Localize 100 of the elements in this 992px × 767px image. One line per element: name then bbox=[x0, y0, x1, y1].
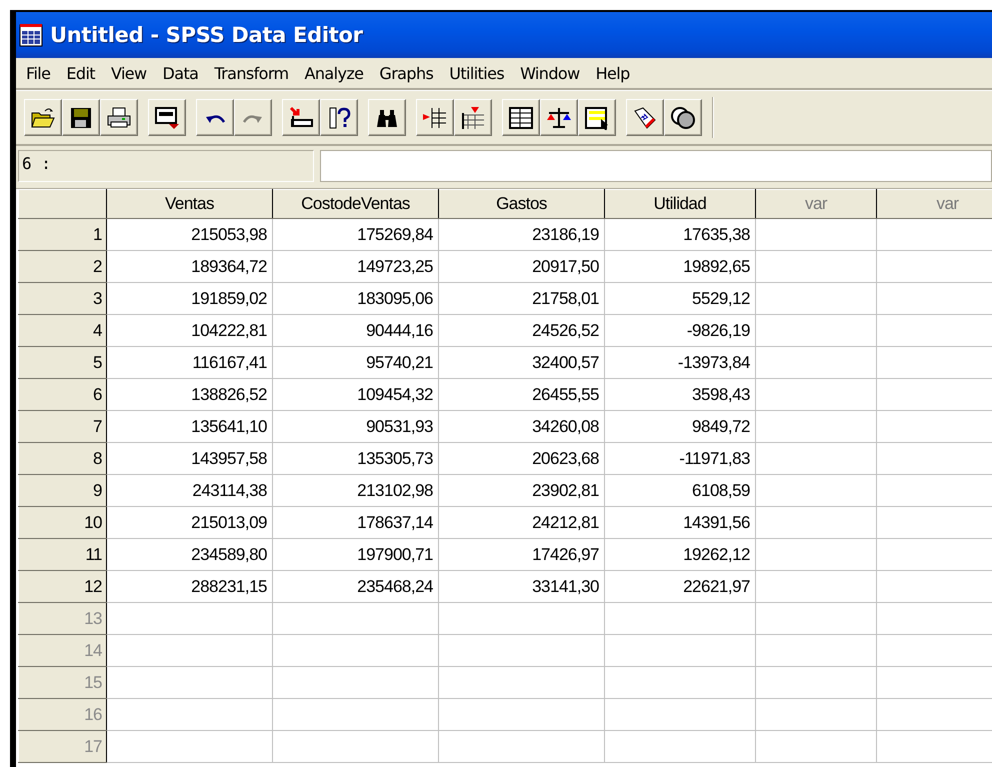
table-cell: 17426,97 bbox=[438, 538, 604, 570]
table-cell: 116167,41 bbox=[106, 346, 272, 378]
table-cell: 20623,68 bbox=[438, 442, 604, 474]
toolbar-button[interactable] bbox=[540, 99, 578, 136]
row-header[interactable]: 8 bbox=[18, 442, 106, 474]
table-cell: 183095,06 bbox=[272, 282, 438, 314]
table-cell: 143957,58 bbox=[106, 442, 272, 474]
toolbar-button[interactable] bbox=[196, 99, 234, 136]
table-cell: 189364,72 bbox=[106, 250, 272, 282]
table-cell: 243114,38 bbox=[106, 474, 272, 506]
toolbar-button[interactable] bbox=[502, 99, 540, 136]
table-cell: -11971,83 bbox=[604, 442, 756, 474]
table-cell: 24212,81 bbox=[438, 506, 604, 538]
row-header[interactable]: 5 bbox=[18, 346, 106, 378]
table-cell: 34260,08 bbox=[438, 410, 604, 442]
column-header[interactable]: CostodeVentas bbox=[272, 190, 438, 218]
cell-reference: 6 : bbox=[18, 150, 314, 182]
row-header[interactable]: 2 bbox=[18, 250, 106, 282]
column-header[interactable]: Ventas bbox=[106, 190, 272, 218]
table-cell: 104222,81 bbox=[106, 314, 272, 346]
row-header[interactable]: 3 bbox=[18, 282, 106, 314]
table-cell: 135305,73 bbox=[272, 442, 438, 474]
toolbar-button[interactable] bbox=[282, 99, 320, 136]
toolbar-button[interactable] bbox=[148, 99, 186, 136]
table-cell: 109454,32 bbox=[272, 378, 438, 410]
table-cell: 135641,10 bbox=[106, 410, 272, 442]
toolbar-button[interactable] bbox=[578, 99, 616, 136]
monitor-icon bbox=[153, 104, 181, 130]
column-header[interactable]: Gastos bbox=[438, 190, 604, 218]
row-header[interactable]: 1 bbox=[18, 218, 106, 250]
table-cell: 90444,16 bbox=[272, 314, 438, 346]
table-cell: 5529,12 bbox=[604, 282, 756, 314]
spreadsheet-icon bbox=[18, 22, 44, 48]
menu-item[interactable]: File bbox=[18, 64, 58, 82]
table-cell: 235468,24 bbox=[272, 570, 438, 602]
row-header[interactable]: 12 bbox=[18, 570, 106, 602]
row-header[interactable]: 6 bbox=[18, 378, 106, 410]
toolbar-button[interactable] bbox=[664, 99, 702, 136]
table-cell: -13973,84 bbox=[604, 346, 756, 378]
column-header[interactable]: var bbox=[756, 190, 876, 218]
table-down-arrow-icon bbox=[459, 104, 487, 130]
printer-icon bbox=[105, 104, 133, 130]
row-header[interactable]: 7 bbox=[18, 410, 106, 442]
column-header[interactable]: Utilidad bbox=[604, 190, 756, 218]
table-cell: 213102,98 bbox=[272, 474, 438, 506]
menu-item[interactable]: Graphs bbox=[371, 64, 442, 82]
toolbar-button[interactable] bbox=[368, 99, 406, 136]
table-cell: -9826,19 bbox=[604, 314, 756, 346]
toolbar-button[interactable] bbox=[454, 99, 492, 136]
row-header[interactable]: 4 bbox=[18, 314, 106, 346]
row-header[interactable]: 10 bbox=[18, 506, 106, 538]
window-title: Untitled - SPSS Data Editor bbox=[50, 23, 363, 47]
table-cell: 6108,59 bbox=[604, 474, 756, 506]
toolbar-button[interactable] bbox=[100, 99, 138, 136]
menu-item[interactable]: Edit bbox=[58, 64, 103, 82]
table-cell: 23902,81 bbox=[438, 474, 604, 506]
cell-value-field[interactable] bbox=[320, 150, 992, 182]
table-cell: 178637,14 bbox=[272, 506, 438, 538]
table-cell: 19262,12 bbox=[604, 538, 756, 570]
row-header[interactable]: 9 bbox=[18, 474, 106, 506]
table-cell: 191859,02 bbox=[106, 282, 272, 314]
table-cell: 215013,09 bbox=[106, 506, 272, 538]
table-cell: 288231,15 bbox=[106, 570, 272, 602]
toolbar-button[interactable] bbox=[626, 99, 664, 136]
menu-item[interactable]: Transform bbox=[206, 64, 297, 82]
menu-item[interactable]: Help bbox=[588, 64, 638, 82]
row-header[interactable]: 11 bbox=[18, 538, 106, 570]
table-cell: 22621,97 bbox=[604, 570, 756, 602]
table-cell: 17635,38 bbox=[604, 218, 756, 250]
menu-item[interactable]: Window bbox=[512, 64, 588, 82]
toolbar-button[interactable] bbox=[416, 99, 454, 136]
menu-item[interactable]: Utilities bbox=[441, 64, 512, 82]
toolbar-button[interactable] bbox=[62, 99, 100, 136]
table-cell: 197900,71 bbox=[272, 538, 438, 570]
table-cell: 21758,01 bbox=[438, 282, 604, 314]
table-cell: 19892,65 bbox=[604, 250, 756, 282]
table-cell: 234589,80 bbox=[106, 538, 272, 570]
table-icon bbox=[507, 104, 535, 130]
circles-icon bbox=[669, 104, 697, 130]
table-cell: 14391,56 bbox=[604, 506, 756, 538]
table-cell: 26455,55 bbox=[438, 378, 604, 410]
table-cell: 175269,84 bbox=[272, 218, 438, 250]
toolbar-button[interactable] bbox=[320, 99, 358, 136]
table-cell: 95740,21 bbox=[272, 346, 438, 378]
menu-item[interactable]: View bbox=[102, 64, 155, 82]
table-cell: 9849,72 bbox=[604, 410, 756, 442]
table-cell: 215053,98 bbox=[106, 218, 272, 250]
menu-item[interactable]: Analyze bbox=[296, 64, 372, 82]
table-cell: 3598,43 bbox=[604, 378, 756, 410]
table-cell: 90531,93 bbox=[272, 410, 438, 442]
menu-item[interactable]: Data bbox=[154, 64, 206, 82]
table-cell: 32400,57 bbox=[438, 346, 604, 378]
table-cell: 20917,50 bbox=[438, 250, 604, 282]
table-cell: 24526,52 bbox=[438, 314, 604, 346]
table-cell: 138826,52 bbox=[106, 378, 272, 410]
table-cell: 149723,25 bbox=[272, 250, 438, 282]
table-cell: 23186,19 bbox=[438, 218, 604, 250]
column-header[interactable]: var bbox=[876, 190, 992, 218]
table-cell: 33141,30 bbox=[438, 570, 604, 602]
toolbar-button[interactable] bbox=[24, 99, 62, 136]
